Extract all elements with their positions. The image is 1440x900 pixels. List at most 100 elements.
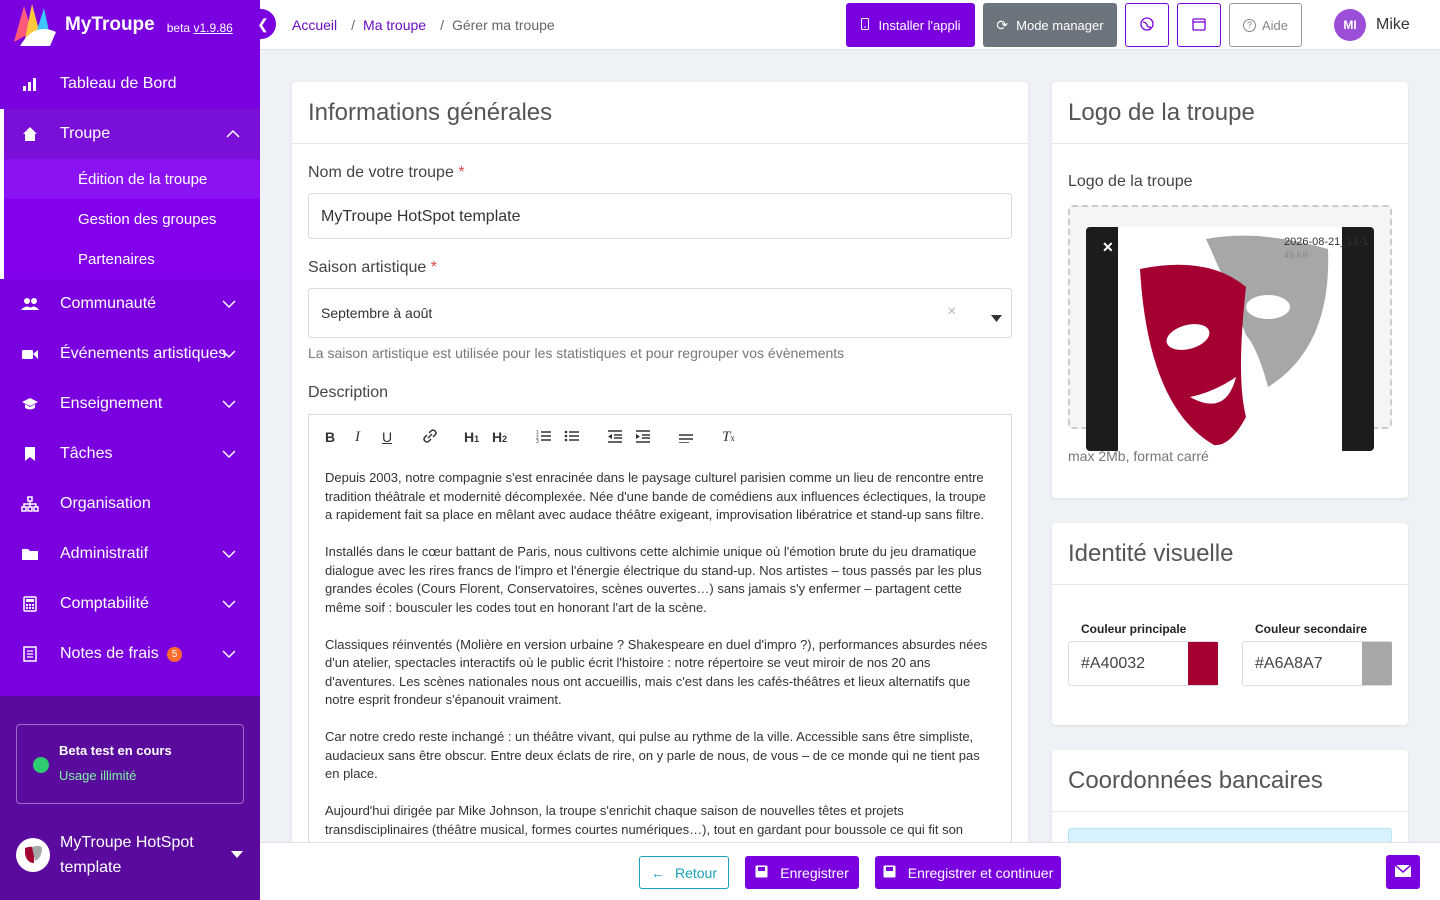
sidebar-item-expense-notes[interactable]: Notes de frais 5	[0, 629, 260, 679]
svg-text:3: 3	[536, 439, 539, 443]
mytroupe-logo-icon	[10, 2, 60, 48]
back-button[interactable]: ← Retour	[639, 856, 729, 889]
sidebar-item-community[interactable]: Communauté	[0, 279, 260, 329]
clear-format-icon[interactable]: Tx	[722, 429, 735, 446]
sidebar-item-accounting[interactable]: Comptabilité	[0, 579, 260, 629]
calendar-button[interactable]	[1177, 3, 1221, 47]
save-button[interactable]: Enregistrer	[745, 856, 859, 889]
folder-icon	[20, 544, 40, 564]
remove-file-button[interactable]: ✕	[1102, 239, 1114, 256]
sidebar-item-label: Communauté	[60, 295, 157, 312]
manager-mode-label: Mode manager	[1016, 17, 1104, 33]
chevron-down-icon	[222, 596, 236, 614]
sidebar-item-label: Notes de frais	[60, 645, 159, 662]
underline-button[interactable]: U	[382, 429, 392, 445]
beta-status: Usage illimité	[59, 768, 137, 783]
chevron-down-icon	[222, 346, 236, 364]
sidebar-item-label: Enseignement	[60, 395, 163, 412]
avatar: MI	[1334, 9, 1366, 41]
brand[interactable]: MyTroupe beta v1.9.86	[0, 0, 260, 50]
org-chart-icon	[20, 494, 40, 514]
heading2-button[interactable]: H2	[492, 429, 507, 445]
ordered-list-icon[interactable]: 123	[536, 429, 552, 446]
outdent-icon[interactable]	[607, 429, 623, 446]
sidebar-item-label: Tableau de Bord	[60, 75, 177, 92]
save-icon	[755, 865, 768, 881]
question-icon: ?	[1242, 18, 1256, 32]
troupe-name: MyTroupe HotSpot template	[60, 834, 194, 876]
user-menu[interactable]: MI Mike	[1334, 9, 1410, 41]
sidebar-item-tasks[interactable]: Tâches	[0, 429, 260, 479]
input-value: #A6A8A7	[1255, 655, 1323, 672]
version-label: beta v1.9.86	[167, 21, 233, 35]
caret-down-icon[interactable]	[991, 309, 1002, 325]
bold-button[interactable]: B	[325, 429, 335, 445]
field-label: Saison artistique	[308, 259, 427, 276]
heading1-button[interactable]: H1	[464, 429, 479, 445]
install-app-button[interactable]: Installer l'appli	[846, 3, 975, 47]
message-button[interactable]	[1386, 855, 1420, 889]
manager-mode-button[interactable]: ⟳ Mode manager	[983, 3, 1117, 47]
help-label: Aide	[1261, 17, 1289, 33]
save-label: Enregistrer	[780, 864, 849, 881]
caret-down-icon	[230, 846, 244, 864]
troupe-name-input[interactable]: MyTroupe HotSpot template	[308, 193, 1012, 239]
description-paragraph: Aujourd'hui dirigée par Mike Johnson, la…	[325, 803, 964, 837]
troupe-avatar	[16, 838, 50, 872]
logo-field-label: Logo de la troupe	[1068, 173, 1193, 190]
italic-button[interactable]: I	[355, 429, 360, 446]
sidebar: MyTroupe beta v1.9.86 Tableau de Bord Tr…	[0, 0, 260, 900]
troupe-selector[interactable]: MyTroupe HotSpot template	[16, 830, 244, 880]
season-label: Saison artistique *	[308, 259, 437, 277]
editor-toolbar: B I U H1 H2 123 Tx	[308, 414, 1012, 458]
sidebar-item-teaching[interactable]: Enseignement	[0, 379, 260, 429]
indent-icon[interactable]	[635, 429, 651, 446]
sidebar-item-label: Organisation	[60, 495, 151, 512]
field-label: Nom de votre troupe	[308, 164, 454, 181]
clear-icon[interactable]: ×	[947, 303, 956, 321]
arrow-left-icon: ←	[650, 864, 665, 881]
receipt-icon	[20, 644, 40, 664]
sidebar-subitem-groups[interactable]: Gestion des groupes	[0, 199, 260, 239]
secondary-color-input[interactable]: #A6A8A7	[1242, 641, 1392, 686]
primary-color-swatch[interactable]	[1188, 642, 1218, 685]
breadcrumb-troupe[interactable]: Ma troupe	[363, 17, 426, 33]
home-icon	[20, 124, 40, 144]
back-label: Retour	[674, 864, 718, 881]
visual-identity-card: Identité visuelle Couleur principale #A4…	[1052, 523, 1408, 725]
video-icon	[20, 344, 40, 364]
sidebar-item-label: Administratif	[60, 545, 149, 562]
align-icon[interactable]	[678, 429, 694, 446]
sidebar-item-dashboard[interactable]: Tableau de Bord	[0, 59, 260, 109]
required-mark: *	[458, 164, 465, 181]
save-icon	[883, 865, 896, 881]
beta-status-box: Beta test en cours Usage illimité	[16, 724, 244, 804]
sidebar-subitem-partners[interactable]: Partenaires	[0, 239, 260, 279]
graduation-cap-icon	[20, 394, 40, 414]
description-editor[interactable]: Depuis 2003, notre compagnie s'est enrac…	[308, 457, 1012, 843]
select-value: Septembre à août	[321, 305, 433, 321]
version-link[interactable]: v1.9.86	[193, 21, 232, 35]
card-title: Informations générales	[292, 82, 1028, 144]
help-button[interactable]: ? Aide	[1229, 3, 1302, 47]
breadcrumb-home[interactable]: Accueil	[292, 17, 337, 33]
link-icon[interactable]	[422, 429, 438, 446]
sidebar-subitem-edit-troupe[interactable]: Édition de la troupe	[0, 159, 260, 199]
sidebar-item-troupe[interactable]: Troupe	[0, 109, 260, 159]
sidebar-item-organisation[interactable]: Organisation	[0, 479, 260, 529]
chevron-down-icon	[222, 546, 236, 564]
collapse-sidebar-button[interactable]: ❮	[250, 9, 276, 39]
primary-color-input[interactable]: #A40032	[1068, 641, 1218, 686]
beta-title: Beta test en cours	[59, 743, 172, 758]
season-select[interactable]: Septembre à août ×	[308, 288, 1012, 338]
save-continue-label: Enregistrer et continuer	[907, 864, 1054, 881]
input-value: #A40032	[1081, 655, 1146, 672]
breadcrumb-separator: /	[440, 17, 444, 33]
bullet-list-icon[interactable]	[564, 429, 580, 446]
description-paragraph: Car notre credo reste inchangé : un théâ…	[325, 729, 980, 781]
save-continue-button[interactable]: Enregistrer et continuer	[875, 856, 1061, 889]
secondary-color-swatch[interactable]	[1362, 642, 1392, 685]
sidebar-item-events[interactable]: Événements artistiques	[0, 329, 260, 379]
sidebar-item-administrative[interactable]: Administratif	[0, 529, 260, 579]
globe-button[interactable]	[1125, 3, 1169, 47]
